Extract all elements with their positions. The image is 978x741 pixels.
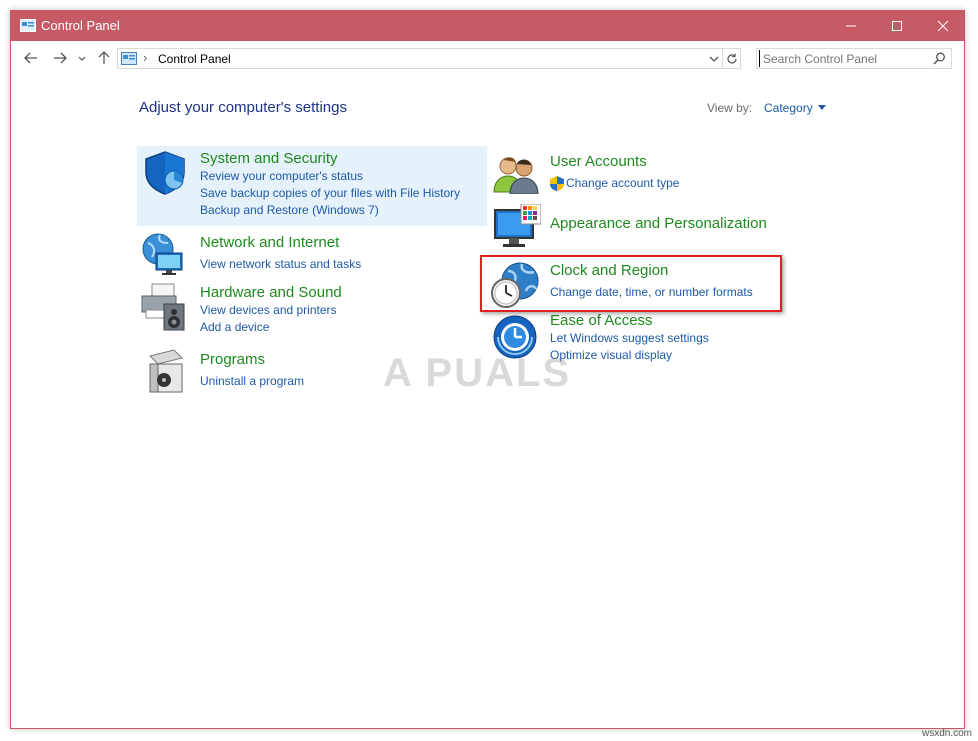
view-by-caret-icon[interactable] — [818, 105, 826, 110]
search-box[interactable] — [756, 48, 952, 69]
control-panel-window: Control Panel › Control Panel Search Con… — [10, 10, 965, 729]
appearance-monitor-icon[interactable] — [493, 204, 541, 250]
printer-speaker-icon[interactable] — [140, 282, 188, 332]
view-by-dropdown[interactable]: Category — [764, 101, 813, 115]
control-panel-icon — [121, 52, 137, 65]
refresh-button[interactable] — [723, 48, 741, 69]
shield-icon[interactable] — [142, 150, 188, 196]
users-icon[interactable] — [492, 154, 540, 194]
link-backup-restore[interactable]: Backup and Restore (Windows 7) — [200, 203, 379, 217]
site-watermark: wsxdn.com — [921, 728, 972, 739]
minimize-button[interactable] — [828, 11, 874, 41]
recent-locations-chevron-icon[interactable] — [77, 50, 87, 66]
appuals-watermark: A PUALS — [383, 351, 572, 395]
breadcrumb-control-panel[interactable]: Control Panel — [158, 52, 231, 66]
category-title-ease-access[interactable]: Ease of Access — [550, 312, 653, 329]
link-windows-suggest[interactable]: Let Windows suggest settings — [550, 331, 709, 345]
search-icon[interactable] — [933, 52, 946, 65]
close-icon — [937, 20, 949, 32]
category-title-user-accounts[interactable]: User Accounts — [550, 153, 647, 170]
link-change-account-type[interactable]: Change account type — [566, 176, 679, 190]
up-arrow-icon[interactable] — [96, 50, 112, 66]
forward-arrow-icon[interactable] — [52, 50, 68, 66]
uac-shield-icon — [550, 176, 564, 191]
annotation-highlight-box — [480, 255, 782, 312]
address-bar[interactable]: › Control Panel — [117, 48, 723, 69]
page-title: Adjust your computer's settings — [139, 99, 347, 116]
view-by-label: View by: — [707, 101, 753, 115]
title-bar[interactable]: Control Panel — [11, 11, 964, 41]
category-title-appearance[interactable]: Appearance and Personalization — [550, 215, 767, 232]
address-toolbar: › Control Panel — [11, 41, 964, 75]
breadcrumb-separator-icon[interactable]: › — [143, 50, 147, 65]
search-input[interactable] — [759, 50, 936, 67]
refresh-icon — [727, 53, 737, 64]
category-title-network[interactable]: Network and Internet — [200, 234, 339, 251]
window-title: Control Panel — [41, 18, 120, 33]
control-panel-app-icon — [20, 19, 36, 32]
maximize-icon — [892, 21, 902, 31]
maximize-button[interactable] — [874, 11, 920, 41]
programs-box-icon[interactable] — [144, 348, 186, 394]
category-title-programs[interactable]: Programs — [200, 351, 265, 368]
address-dropdown-chevron-icon[interactable] — [707, 52, 721, 66]
link-uninstall-program[interactable]: Uninstall a program — [200, 374, 304, 388]
category-title-hardware[interactable]: Hardware and Sound — [200, 284, 342, 301]
link-devices-printers[interactable]: View devices and printers — [200, 303, 337, 317]
close-button[interactable] — [920, 11, 966, 41]
category-title-system-security[interactable]: System and Security — [200, 150, 338, 167]
network-globe-icon[interactable] — [140, 231, 188, 277]
link-network-status[interactable]: View network status and tasks — [200, 257, 361, 271]
back-arrow-icon[interactable] — [23, 50, 39, 66]
link-add-device[interactable]: Add a device — [200, 320, 269, 334]
link-review-status[interactable]: Review your computer's status — [200, 169, 363, 183]
link-file-history[interactable]: Save backup copies of your files with Fi… — [200, 186, 460, 200]
minimize-icon — [846, 25, 856, 27]
